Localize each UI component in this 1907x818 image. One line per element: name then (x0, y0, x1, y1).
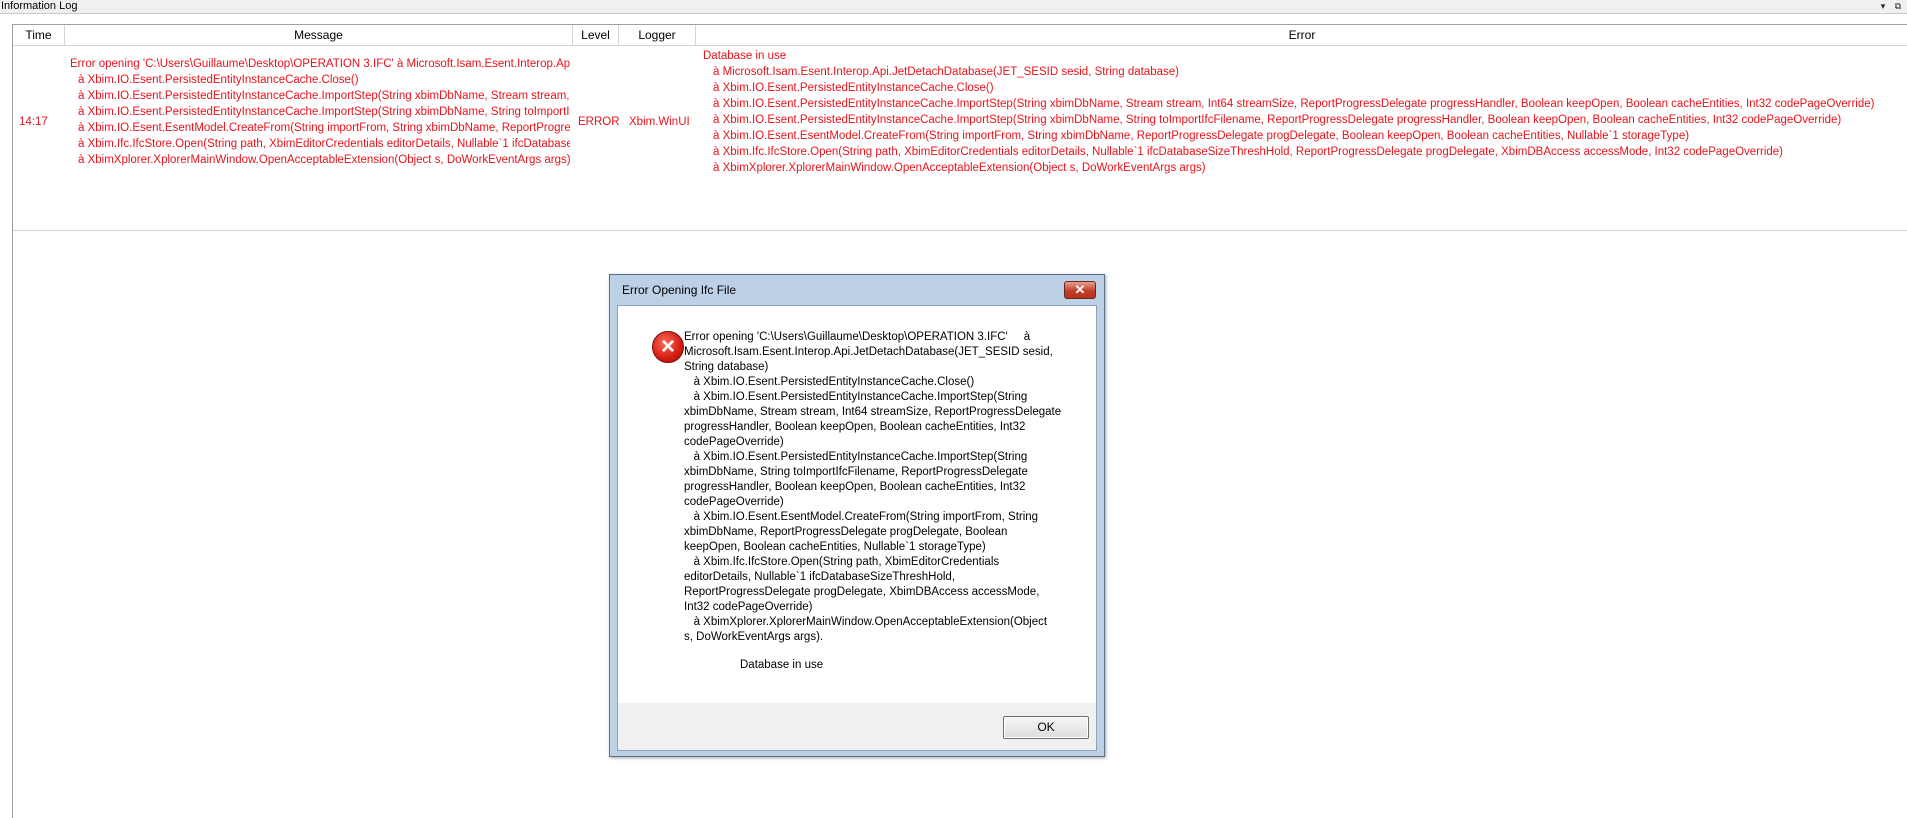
error-line: à Xbim.IO.Esent.PersistedEntityInstanceC… (713, 98, 1875, 110)
message-line: Error opening 'C:\Users\Guillaume\Deskto… (70, 58, 570, 70)
ok-button[interactable]: OK (1003, 716, 1089, 739)
error-line: à Xbim.IO.Esent.PersistedEntityInstanceC… (713, 82, 994, 94)
error-dialog: Error Opening Ifc File ✕ × Error opening… (609, 274, 1105, 757)
dialog-message: Error opening 'C:\Users\Guillaume\Deskto… (684, 331, 1062, 643)
information-log-header: Information Log ▾ ⧉ (0, 0, 1907, 14)
message-line: à Xbim.IO.Esent.PersistedEntityInstanceC… (78, 90, 570, 102)
row-time: 14:17 (19, 116, 48, 128)
row-divider (13, 230, 1907, 231)
dialog-body: × Error opening 'C:\Users\Guillaume\Desk… (617, 305, 1097, 751)
error-line: à Xbim.Ifc.IfcStore.Open(String path, Xb… (713, 146, 1784, 158)
error-icon: × (652, 331, 684, 363)
error-line: à XbimXplorer.XplorerMainWindow.OpenAcce… (713, 162, 1206, 174)
dialog-title: Error Opening Ifc File (622, 283, 737, 297)
panel-title: Information Log (1, 0, 78, 12)
message-line: à Xbim.IO.Esent.PersistedEntityInstanceC… (78, 74, 359, 86)
message-line: à XbimXplorer.XplorerMainWindow.OpenAcce… (78, 154, 570, 166)
row-level: ERROR (578, 116, 620, 128)
dialog-sub-message: Database in use (740, 659, 824, 671)
message-line: à Xbim.IO.Esent.EsentModel.CreateFrom(St… (78, 122, 570, 134)
row-logger: Xbim.WinUI (629, 116, 690, 128)
dialog-titlebar[interactable]: Error Opening Ifc File ✕ (610, 275, 1104, 305)
column-header-level[interactable]: Level (573, 25, 619, 45)
error-line: Database in use (703, 50, 787, 62)
column-header-message[interactable]: Message (65, 25, 573, 45)
grid-header: Time Message Level Logger Error (13, 25, 1907, 46)
message-line: à Xbim.IO.Esent.PersistedEntityInstanceC… (78, 106, 570, 118)
message-line: à Xbim.Ifc.IfcStore.Open(String path, Xb… (78, 138, 570, 150)
error-line: à Xbim.IO.Esent.PersistedEntityInstanceC… (713, 114, 1842, 126)
error-line: à Microsoft.Isam.Esent.Interop.Api.JetDe… (713, 66, 1179, 78)
dialog-footer: OK (618, 703, 1096, 750)
close-icon: ✕ (1074, 282, 1086, 297)
close-button[interactable]: ✕ (1064, 281, 1096, 299)
column-header-error[interactable]: Error (696, 25, 1907, 45)
panel-dropdown-icon[interactable]: ▾ (1877, 1, 1889, 12)
column-header-logger[interactable]: Logger (619, 25, 696, 45)
error-line: à Xbim.IO.Esent.EsentModel.CreateFrom(St… (713, 130, 1690, 142)
row-message: Error opening 'C:\Users\Guillaume\Deskto… (70, 56, 570, 168)
row-error: Database in use à Microsoft.Isam.Esent.I… (703, 48, 1903, 176)
column-header-time[interactable]: Time (13, 25, 65, 45)
panel-dock-icon[interactable]: ⧉ (1892, 1, 1904, 12)
